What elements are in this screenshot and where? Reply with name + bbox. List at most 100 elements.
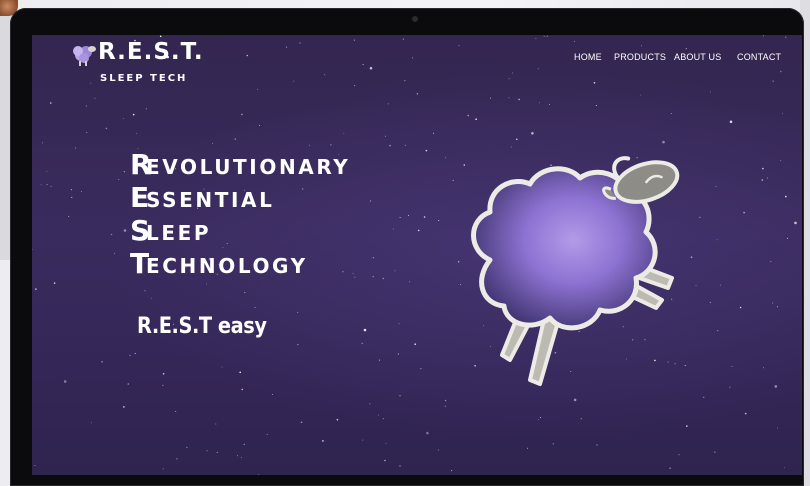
star	[369, 66, 373, 70]
star	[414, 343, 417, 346]
star	[122, 118, 124, 120]
star	[50, 185, 52, 187]
star	[717, 330, 719, 332]
star	[159, 35, 162, 38]
star	[221, 366, 223, 368]
star	[297, 311, 299, 313]
acronym-word: LEEP	[146, 221, 212, 245]
acronym-line-sleep: SLEEP	[130, 214, 350, 247]
star	[308, 144, 310, 146]
star	[75, 147, 77, 149]
star	[384, 459, 386, 462]
star	[241, 388, 243, 391]
star	[409, 281, 411, 283]
star	[715, 186, 717, 188]
star	[254, 307, 256, 308]
star	[595, 105, 597, 106]
star	[770, 260, 772, 262]
star	[490, 97, 492, 99]
nav-about-link[interactable]: ABOUT US	[674, 52, 721, 62]
acronym-word: ECHNOLOGY	[146, 254, 308, 278]
star	[41, 142, 43, 144]
star	[574, 40, 575, 42]
star	[398, 323, 400, 325]
star	[300, 421, 303, 424]
star	[216, 451, 218, 453]
star	[512, 72, 513, 74]
nav-contact-link[interactable]: CONTACT	[737, 52, 781, 62]
nav-home-link[interactable]: HOME	[574, 52, 602, 62]
star	[787, 237, 788, 239]
star	[63, 380, 67, 383]
star	[762, 167, 764, 170]
star	[776, 306, 778, 308]
star	[780, 160, 782, 162]
star	[772, 302, 773, 304]
star	[433, 132, 434, 134]
star	[212, 142, 214, 144]
star	[527, 447, 528, 449]
star	[70, 189, 72, 191]
star	[467, 114, 470, 117]
star	[175, 411, 177, 412]
star	[53, 282, 56, 284]
star	[397, 353, 399, 355]
star	[343, 132, 345, 134]
star	[94, 97, 96, 99]
star	[162, 373, 165, 375]
star	[68, 215, 70, 217]
star	[399, 395, 401, 397]
star	[669, 467, 671, 470]
star	[382, 418, 384, 420]
star	[709, 91, 711, 93]
star	[785, 195, 787, 198]
nav-products-link[interactable]: PRODUCTS	[614, 52, 666, 62]
star	[475, 118, 477, 120]
star	[767, 177, 768, 179]
star	[352, 272, 354, 274]
star	[783, 467, 785, 469]
star	[353, 39, 355, 41]
star	[384, 135, 386, 137]
star	[324, 74, 326, 76]
star	[32, 248, 33, 250]
star	[389, 144, 391, 147]
star	[729, 386, 731, 388]
star	[404, 144, 406, 146]
webcam	[412, 16, 418, 22]
star	[90, 422, 92, 424]
star	[234, 138, 237, 140]
star	[377, 414, 379, 416]
acronym-initial: S	[130, 214, 151, 247]
star	[243, 443, 245, 445]
star	[272, 393, 273, 395]
star	[596, 444, 598, 446]
star	[129, 354, 131, 357]
star	[402, 38, 404, 40]
star	[774, 385, 778, 388]
acronym-initial: R	[130, 148, 152, 181]
star	[101, 361, 103, 363]
website-screen: R.E.S.T. SLEEP TECH HOME PRODUCTS ABOUT …	[32, 35, 802, 475]
sheep-illustration	[471, 156, 680, 386]
star	[322, 440, 324, 442]
star	[685, 48, 687, 50]
star	[123, 229, 127, 232]
star	[782, 112, 783, 114]
star	[46, 170, 48, 172]
star	[257, 88, 259, 90]
acronym-line-essential: ESSENTIAL	[130, 181, 350, 214]
star	[266, 433, 268, 435]
star	[444, 399, 447, 402]
star	[118, 178, 120, 180]
star	[372, 276, 374, 278]
star	[215, 423, 217, 425]
star	[206, 450, 208, 452]
star	[239, 371, 241, 374]
star	[236, 455, 238, 457]
star	[763, 367, 765, 369]
rest-acronym: REVOLUTIONARY ESSENTIAL SLEEP TECHNOLOGY	[130, 148, 350, 280]
star	[438, 220, 440, 221]
star	[86, 132, 88, 134]
star	[162, 468, 164, 470]
